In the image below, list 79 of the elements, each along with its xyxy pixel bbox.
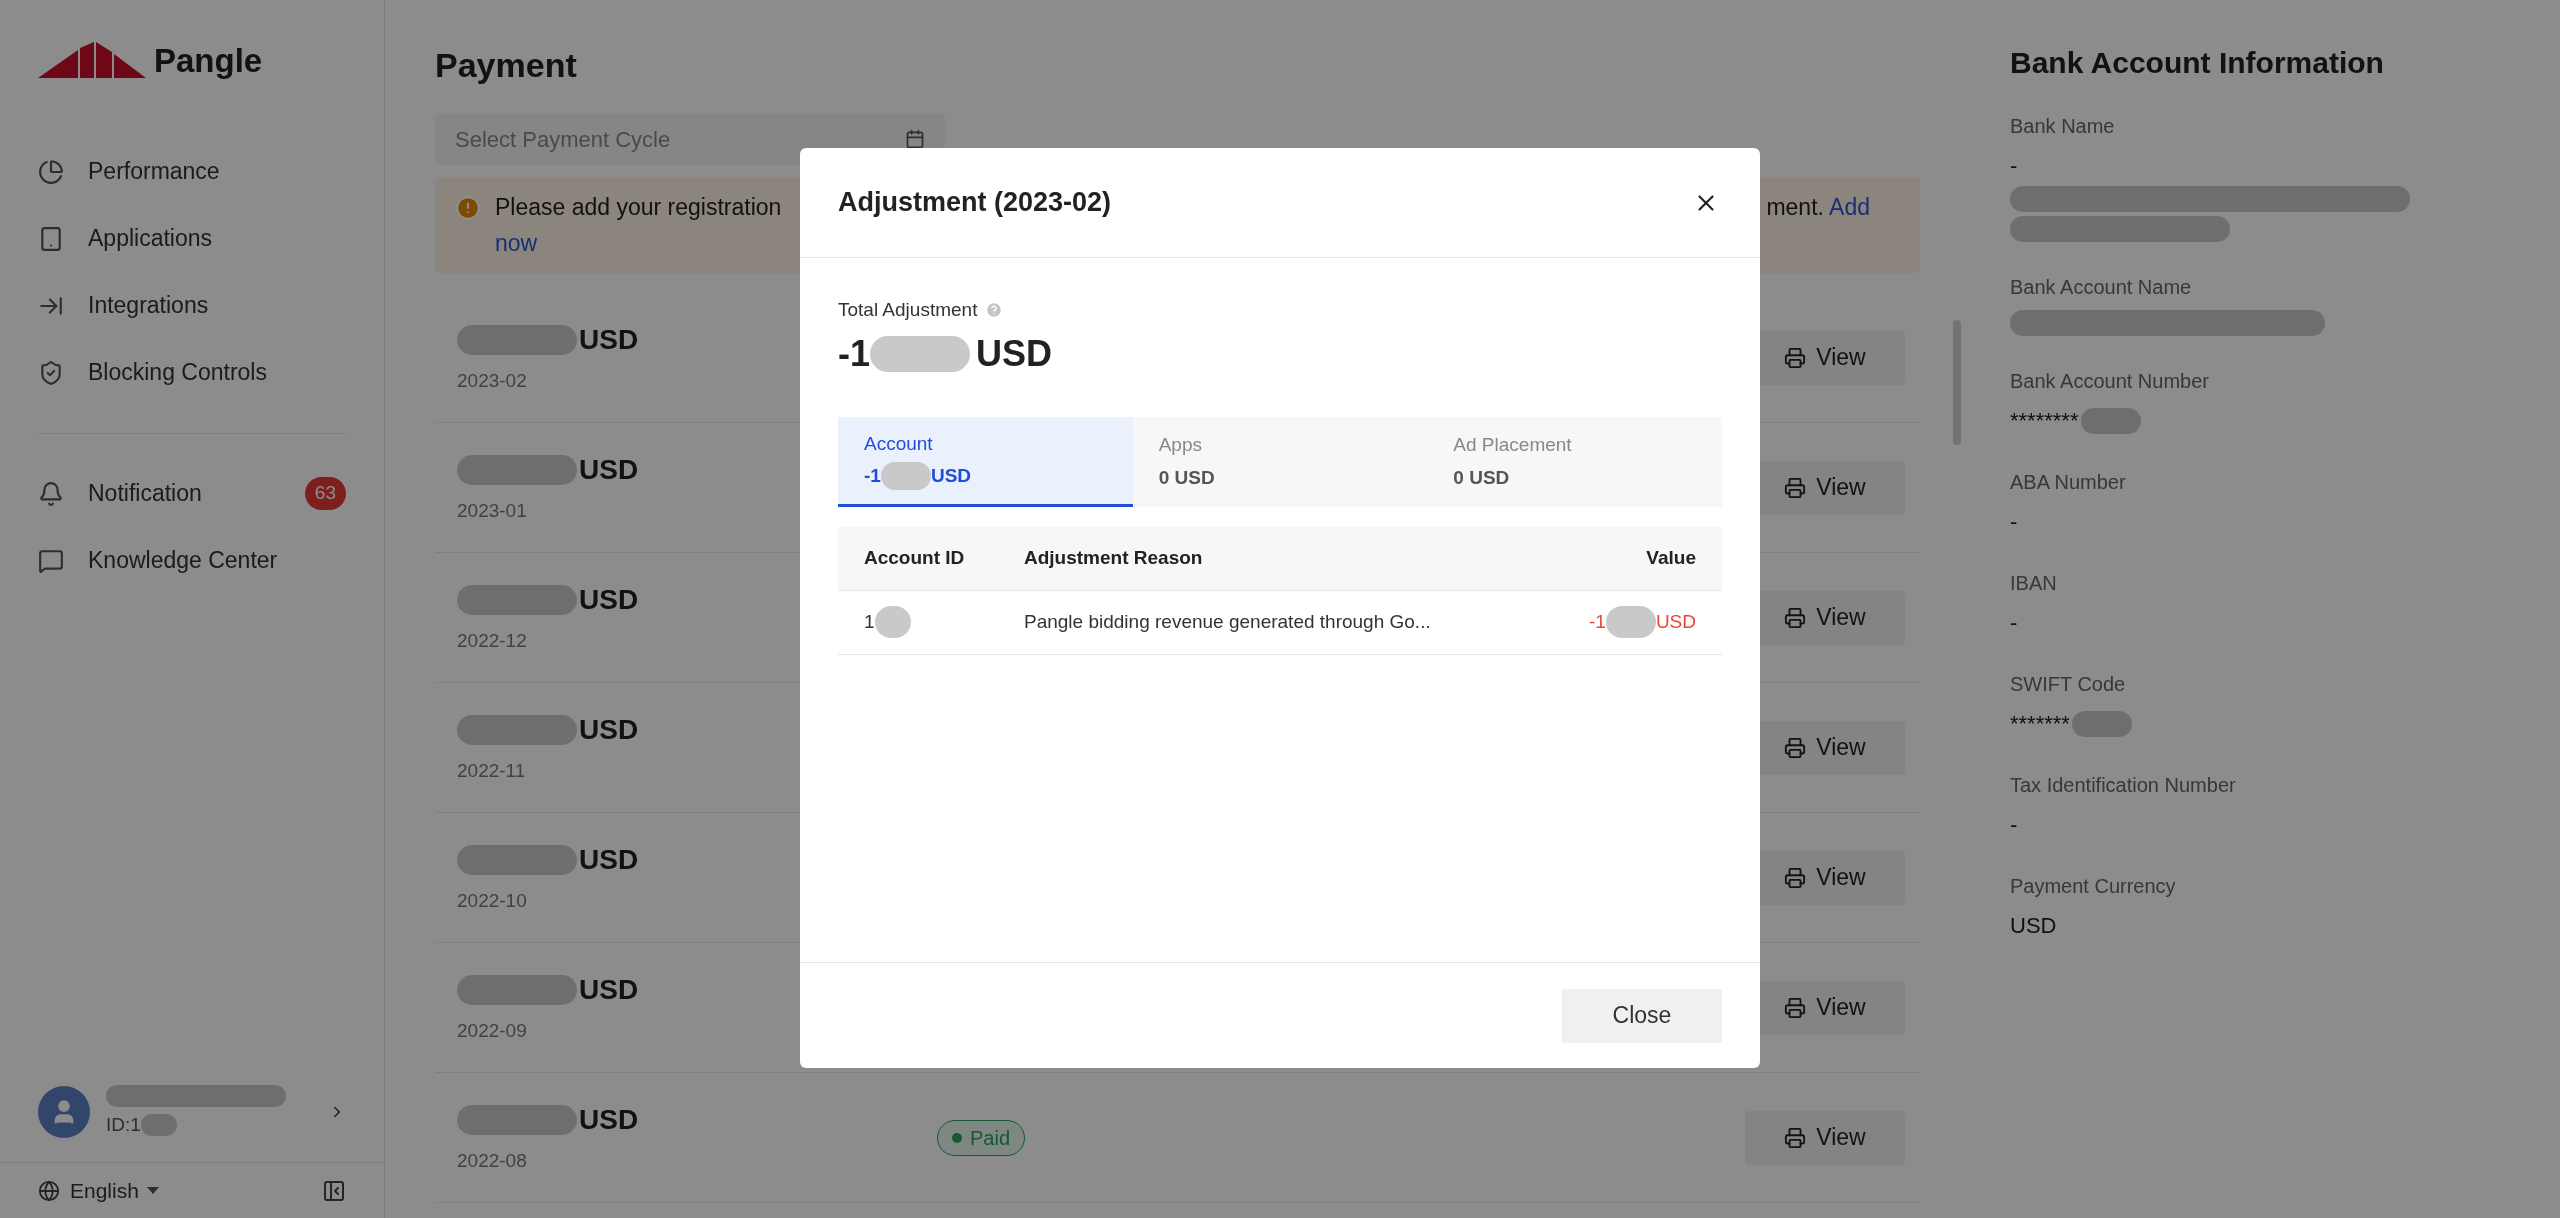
logo-text: Pangle: [154, 41, 263, 81]
value-cell-text: -1: [1588, 609, 1606, 634]
logo-icon: [38, 41, 146, 80]
printer-icon: [1784, 736, 1807, 759]
column-header: Adjustment Reason: [1024, 545, 1204, 570]
dialog-title: Adjustment (2023-02): [838, 186, 1112, 220]
column-header: Account ID: [864, 545, 966, 570]
field-value: *******: [2010, 710, 2070, 738]
collapse-sidebar-icon[interactable]: [322, 1178, 346, 1203]
redacted-block: [140, 1114, 177, 1136]
close-button[interactable]: Close: [1562, 988, 1722, 1043]
warning-icon: [455, 195, 481, 221]
nav-item[interactable]: Blocking Controls: [0, 344, 384, 401]
redacted-block: [1605, 606, 1656, 638]
field-value: ********: [2010, 407, 2079, 435]
total-amount: -1: [838, 331, 870, 376]
nav-item[interactable]: Integrations: [0, 277, 384, 334]
payment-period: 2022-11: [457, 759, 527, 784]
nav-item[interactable]: Applications: [0, 210, 384, 267]
payment-period: 2023-02: [457, 369, 528, 394]
payment-amount: USD: [579, 1103, 639, 1138]
payment-period: 2023-01: [457, 499, 528, 524]
globe-icon: [38, 1179, 60, 1202]
field-value: -: [2010, 609, 2018, 637]
view-button[interactable]: View: [1745, 1110, 1905, 1165]
summary-tab[interactable]: Account -1 USD: [838, 416, 1133, 507]
payment-amount: USD: [579, 713, 639, 748]
nav-item[interactable]: Knowledge Center: [0, 532, 384, 589]
printer-icon: [1784, 1126, 1807, 1149]
field-label: ABA Number: [2010, 470, 2127, 495]
field-label: SWIFT Code: [2010, 672, 2127, 697]
field-label: Tax Identification Number: [2010, 773, 2237, 798]
payment-period: 2022-10: [457, 889, 528, 914]
payment-amount: USD: [579, 323, 639, 358]
payment-period: 2022-08: [457, 1149, 528, 1174]
field-value: USD: [2010, 912, 2057, 940]
redacted-block: [874, 606, 911, 638]
payment-period: 2022-09: [457, 1019, 528, 1044]
summary-tab[interactable]: Ad Placement 0 USD: [1427, 416, 1722, 507]
total-label: Total Adjustment: [838, 298, 978, 322]
tablet-icon: [38, 225, 64, 252]
nav-item[interactable]: Performance: [0, 143, 384, 200]
payment-amount: USD: [579, 973, 639, 1008]
payment-amount: USD: [579, 453, 639, 488]
field-value: -: [2010, 811, 2018, 839]
printer-icon: [1784, 606, 1807, 629]
field-label: IBAN: [2010, 571, 2058, 596]
printer-icon: [1784, 346, 1807, 369]
column-header: Value: [1646, 545, 1696, 570]
payment-amount: USD: [579, 583, 639, 618]
printer-icon: [1784, 996, 1807, 1019]
field-value: -: [2010, 508, 2018, 536]
caret-icon: [146, 1187, 159, 1194]
reason-cell-text: Pangle bidding revenue generated through Go...: [1024, 609, 1432, 634]
status-tag: Paid: [937, 1119, 1026, 1156]
value-currency: USD: [1655, 609, 1696, 634]
page-title: Payment: [435, 45, 578, 86]
summary-tab[interactable]: Apps 0 USD: [1132, 416, 1428, 507]
field-label: Bank Name: [2010, 114, 2116, 139]
notification-count: 63: [304, 477, 346, 510]
nav-item[interactable]: Notification 63: [0, 465, 384, 522]
total-currency: USD: [976, 331, 1053, 376]
language-selector[interactable]: English: [70, 1174, 159, 1207]
field-value: -: [2010, 152, 2018, 180]
shield-check-icon: [38, 359, 64, 386]
payment-period: 2022-12: [457, 629, 528, 654]
user-id: ID:1: [106, 1112, 141, 1137]
bell-icon: [38, 480, 64, 507]
printer-icon: [1784, 866, 1807, 889]
field-label: Bank Account Name: [2010, 275, 2193, 300]
pie-chart-icon: [38, 158, 64, 185]
bank-info-title: Bank Account Information: [2010, 45, 2385, 81]
printer-icon: [1784, 476, 1807, 499]
field-label: Payment Currency: [2010, 874, 2177, 899]
scrollbar[interactable]: [1953, 320, 1961, 445]
account-id-cell-text: 1: [864, 609, 875, 634]
payment-amount: USD: [579, 843, 639, 878]
field-label: Bank Account Number: [2010, 369, 2210, 394]
avatar[interactable]: [38, 1086, 90, 1138]
